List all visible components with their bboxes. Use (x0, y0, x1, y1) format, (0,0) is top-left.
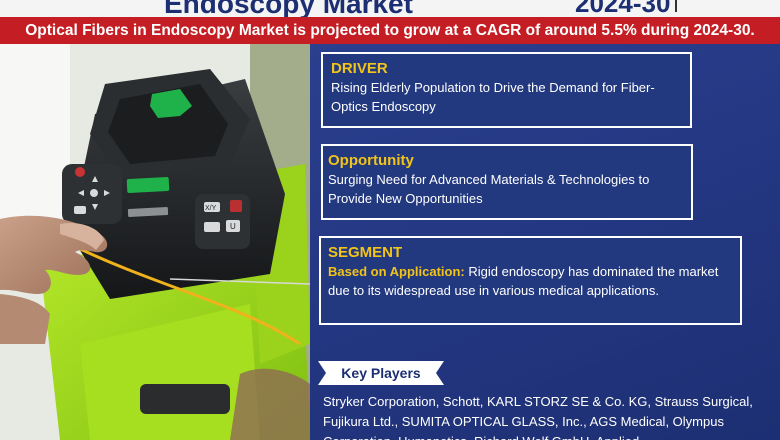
xy-key-label: X/Y (205, 205, 217, 212)
segment-highlight: Based on Application: (328, 264, 465, 279)
opportunity-title: Opportunity (328, 152, 414, 169)
top-title-strip: Endoscopy Market 2024-30 (0, 0, 780, 17)
cagr-banner: Optical Fibers in Endoscopy Market is pr… (0, 17, 780, 44)
splicer-green-slot (126, 177, 170, 193)
segment-title: SEGMENT (328, 244, 403, 261)
segment-card: SEGMENT Based on Application: Rigid endo… (319, 236, 742, 325)
opportunity-text: Surging Need for Advanced Materials & Te… (328, 172, 650, 206)
page-title: Endoscopy Market (164, 0, 413, 17)
forecast-years: 2024-30 (575, 0, 671, 17)
cagr-banner-text: Optical Fibers in Endoscopy Market is pr… (25, 21, 755, 39)
key-players-tag: Key Players (318, 361, 444, 385)
fusion-splicer-photo: X/Y U (0, 44, 310, 440)
key-players-label: Key Players (341, 365, 421, 381)
key-players-list: Stryker Corporation, Schott, KARL STORZ … (323, 394, 753, 440)
splicer-illustration: X/Y U (0, 44, 310, 440)
opportunity-card: Opportunity Surging Need for Advanced Ma… (321, 144, 693, 220)
market-info-panel: DRIVER Rising Elderly Population to Driv… (310, 44, 780, 440)
u-key-label: U (230, 222, 236, 231)
title-divider (675, 0, 677, 12)
driver-title: DRIVER (331, 60, 388, 77)
segment-text: Based on Application: Rigid endoscopy ha… (328, 262, 733, 300)
driver-card: DRIVER Rising Elderly Population to Driv… (321, 52, 692, 128)
driver-text: Rising Elderly Population to Drive the D… (331, 80, 655, 114)
